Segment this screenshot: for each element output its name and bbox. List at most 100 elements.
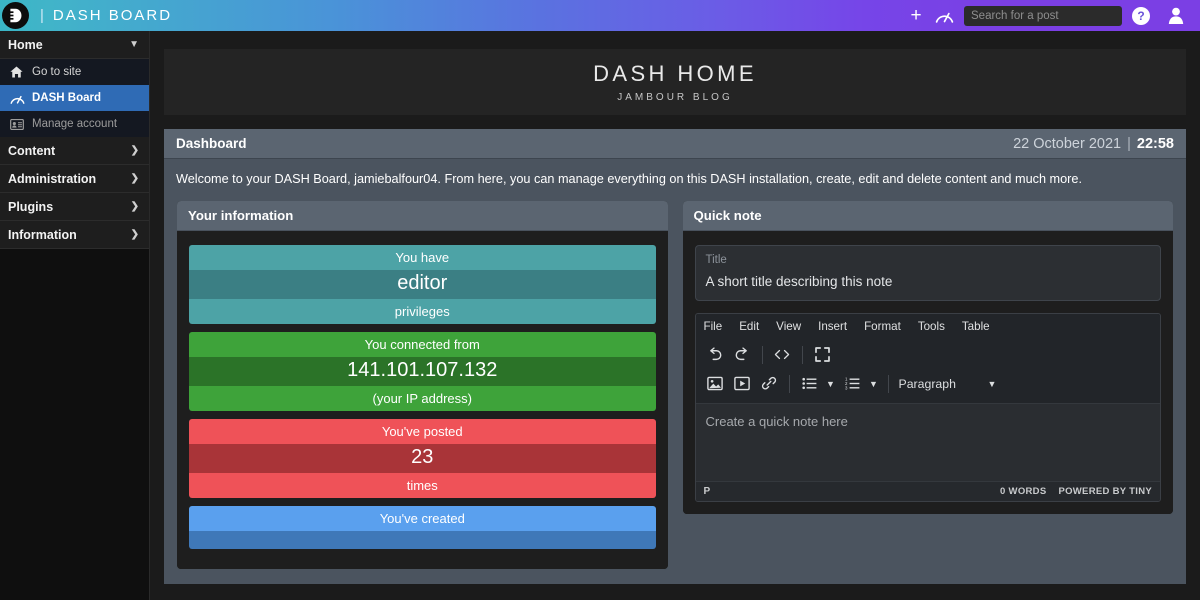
chevron-right-icon: ❯ (130, 229, 139, 240)
info-card-bottom: privileges (189, 299, 656, 325)
dash-logo-icon (2, 2, 29, 29)
undo-icon[interactable] (702, 342, 729, 367)
sidebar-group-label: Administration (8, 171, 97, 186)
search-box[interactable] (964, 5, 1122, 26)
editor-status-right: 0 WORDS POWERED BY TINY (1000, 486, 1152, 497)
menu-edit[interactable]: Edit (739, 320, 759, 333)
tinymce-editor: File Edit View Insert Format Tools Table (694, 313, 1161, 503)
dash-logo-glyph (7, 8, 22, 23)
insert-image-icon[interactable] (702, 371, 729, 396)
fullscreen-icon[interactable] (809, 342, 836, 367)
toolbar-separator (887, 374, 889, 393)
bullet-list-icon[interactable] (796, 371, 823, 396)
sidebar-group-label: Content (8, 143, 56, 158)
menu-insert[interactable]: Insert (818, 320, 847, 333)
info-card-created: You've created (189, 506, 656, 550)
element-path[interactable]: P (704, 486, 711, 497)
speedometer-icon[interactable] (930, 0, 958, 31)
quick-note-body: Title A short title describing this note… (682, 231, 1173, 515)
column-right: Quick note Title A short title describin… (681, 200, 1174, 570)
plus-icon[interactable]: + (902, 0, 930, 31)
panel-title: Quick note (693, 208, 762, 224)
sidebar-group-label: Plugins (8, 199, 54, 214)
welcome-message: Welcome to your DASH Board, jamiebalfour… (176, 172, 1082, 186)
chevron-right-icon: ❯ (130, 201, 139, 212)
svg-text:3: 3 (845, 386, 848, 391)
sidebar-item-label: DASH Board (32, 92, 102, 104)
tiny-branding[interactable]: POWERED BY TINY (1058, 486, 1152, 497)
info-card-value: editor (189, 270, 656, 300)
page-title: DASH HOME (593, 61, 757, 86)
sidebar-group-content[interactable]: Content ❯ (0, 137, 149, 165)
info-card-bottom: times (189, 473, 656, 499)
note-title-input[interactable]: A short title describing this note (706, 274, 1151, 289)
search-input[interactable] (971, 9, 1115, 22)
info-card-top: You've created (189, 506, 656, 532)
redo-icon[interactable] (729, 342, 756, 367)
sidebar-group-home[interactable]: Home ▼ (0, 31, 149, 59)
editor-status-bar: P 0 WORDS POWERED BY TINY (695, 481, 1160, 502)
dashboard-area: Dashboard 22 October 2021 | 22:58 Welcom… (164, 129, 1186, 585)
menu-tools[interactable]: Tools (918, 320, 945, 333)
sidebar-item-label: Manage account (32, 118, 118, 130)
menu-file[interactable]: File (704, 320, 723, 333)
sidebar-group-administration[interactable]: Administration ❯ (0, 165, 149, 193)
sidebar-group-label: Information (8, 227, 77, 242)
your-information-body: You have editor privileges You connected… (177, 231, 668, 570)
sidebar-group-information[interactable]: Information ❯ (0, 221, 149, 249)
sidebar-group-label: Home (8, 37, 43, 52)
format-select[interactable]: Paragraph ▼ (895, 371, 1000, 396)
menu-format[interactable]: Format (864, 320, 901, 333)
info-card-bottom: (your IP address) (189, 386, 656, 412)
sidebar-item-manage-account[interactable]: Manage account (0, 111, 149, 137)
top-header-actions: + ? (902, 0, 1200, 31)
welcome-section: Welcome to your DASH Board, jamiebalfour… (164, 159, 1186, 585)
info-card-value: 23 (189, 444, 656, 474)
dashboard-time: 22:58 (1136, 135, 1174, 152)
sidebar-home-items: Go to site DASH Board Manage account (0, 59, 149, 137)
word-count: 0 WORDS (1000, 486, 1047, 498)
toolbar-separator (801, 345, 803, 364)
brand-divider: | (40, 7, 44, 24)
insert-link-icon[interactable] (756, 371, 783, 396)
info-card-privileges: You have editor privileges (189, 245, 656, 325)
help-icon[interactable]: ? (1132, 6, 1150, 25)
info-card-top: You've posted (189, 419, 656, 445)
numbered-list-icon[interactable]: 1 2 3 (839, 371, 866, 396)
your-information-header: Your information (177, 201, 668, 232)
insert-media-icon[interactable] (729, 371, 756, 396)
top-header-bar: | DASH BOARD + ? (0, 0, 1200, 31)
note-title-field-wrapper[interactable]: Title A short title describing this note (694, 245, 1161, 302)
menu-view[interactable]: View (776, 320, 801, 333)
sidebar-item-label: Go to site (32, 66, 82, 78)
info-card-top: You have (189, 245, 656, 271)
chevron-down-icon[interactable]: ▼ (823, 371, 839, 396)
column-left: Your information You have editor privile… (176, 200, 669, 571)
sidebar: Home ▼ Go to site DASH Board Manage acco… (0, 31, 150, 600)
toolbar-separator (788, 374, 790, 393)
quick-note-panel: Quick note Title A short title describin… (681, 200, 1174, 516)
chevron-down-icon: ▼ (129, 39, 139, 50)
editor-toolbar-row-2: ▼ 1 2 3 ▼ Paragraph ▼ (702, 369, 1155, 398)
sidebar-item-go-to-site[interactable]: Go to site (0, 59, 149, 85)
chevron-down-icon[interactable]: ▼ (866, 371, 882, 396)
sidebar-item-dash-board[interactable]: DASH Board (0, 85, 149, 111)
info-card-top: You connected from (189, 332, 656, 358)
info-card-value: 141.101.107.132 (189, 357, 656, 387)
user-icon[interactable] (1162, 0, 1190, 31)
chevron-right-icon: ❯ (130, 145, 139, 156)
editor-body[interactable]: Create a quick note here (695, 404, 1160, 482)
app-logo[interactable] (0, 0, 31, 31)
editor-placeholder: Create a quick note here (705, 414, 848, 430)
toolbar-separator (761, 345, 763, 364)
menu-table[interactable]: Table (962, 320, 990, 333)
editor-toolbar: ▼ 1 2 3 ▼ Paragraph ▼ (695, 338, 1160, 405)
quick-note-header: Quick note (682, 201, 1173, 232)
sidebar-group-plugins[interactable]: Plugins ❯ (0, 193, 149, 221)
source-code-icon[interactable] (769, 342, 796, 367)
chevron-down-icon: ▼ (987, 378, 997, 389)
datetime-separator: | (1127, 135, 1131, 152)
chevron-right-icon: ❯ (130, 173, 139, 184)
dashboard-date: 22 October 2021 (1013, 135, 1122, 152)
brand-title: DASH BOARD (52, 7, 173, 24)
